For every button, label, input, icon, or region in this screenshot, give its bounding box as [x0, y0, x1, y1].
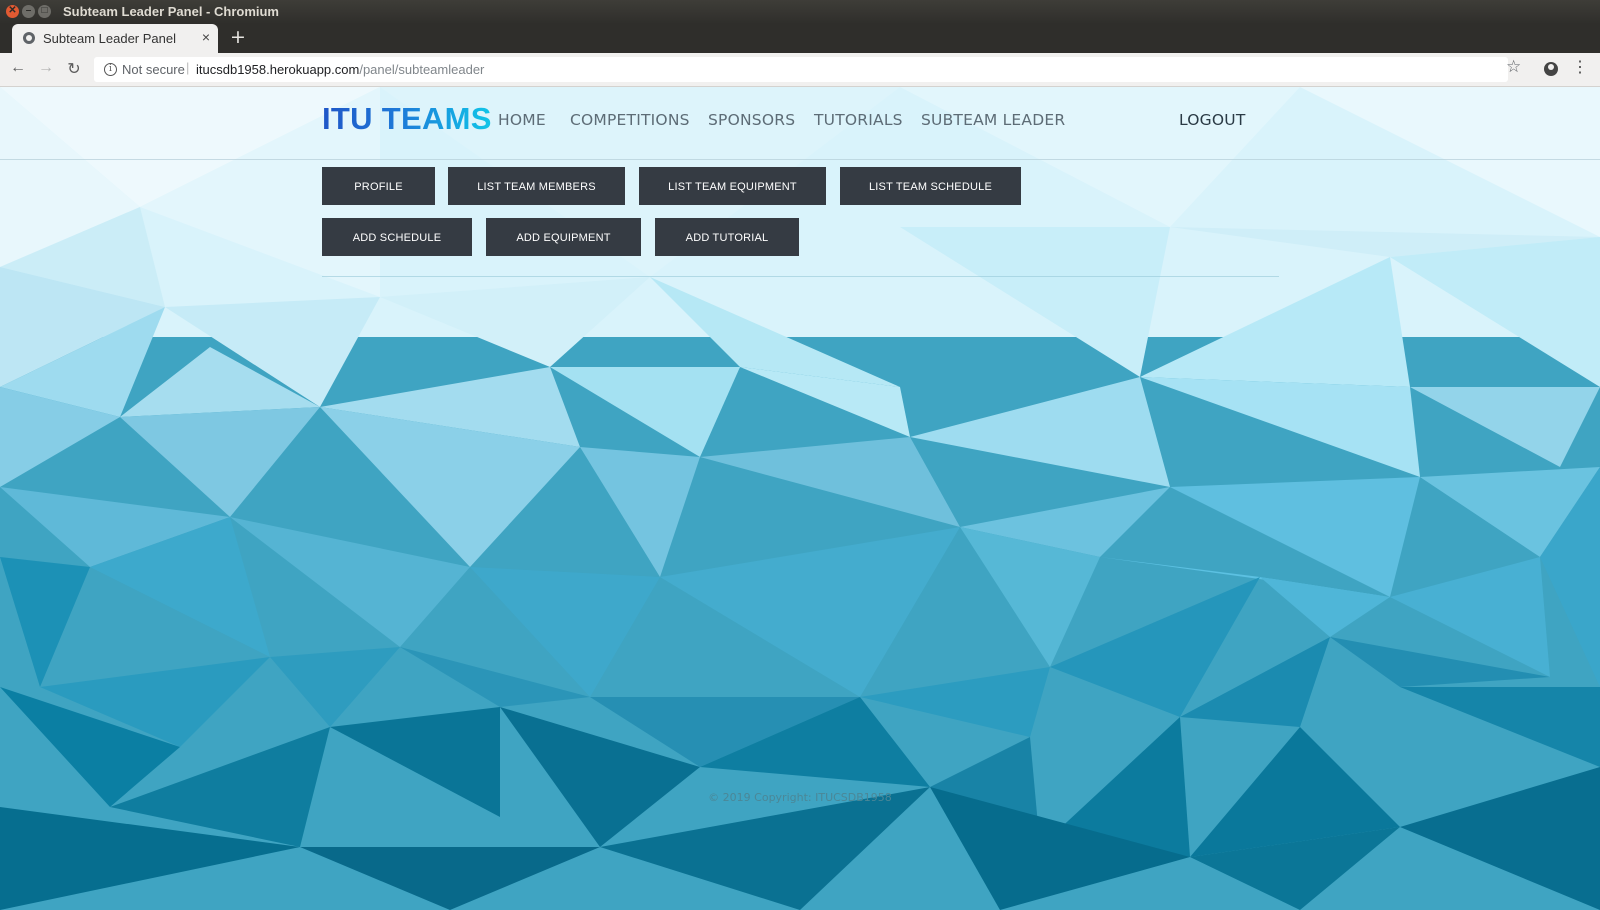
site-navbar: ITU TEAMS HOME COMPETITIONS SPONSORS TUT…: [0, 87, 1600, 160]
window-minimize-button[interactable]: –: [22, 5, 35, 18]
account-icon[interactable]: [1544, 62, 1558, 76]
nav-subteam-leader-link[interactable]: SUBTEAM LEADER: [921, 111, 1065, 129]
window-titlebar: ✕ – □ Subteam Leader Panel - Chromium: [0, 0, 1600, 24]
menu-dots-icon[interactable]: ⋮: [1572, 58, 1588, 78]
site-brand-logo[interactable]: ITU TEAMS: [322, 101, 492, 137]
url-host: itucsdb1958.herokuapp.com: [196, 62, 360, 77]
list-team-members-button[interactable]: LIST TEAM MEMBERS: [448, 167, 625, 205]
address-bar[interactable]: i Not secure | itucsdb1958.herokuapp.com…: [94, 57, 1508, 82]
globe-icon: [23, 32, 35, 44]
nav-home-link[interactable]: HOME: [498, 111, 546, 129]
add-tutorial-button[interactable]: ADD TUTORIAL: [655, 218, 799, 256]
nav-sponsors-link[interactable]: SPONSORS: [708, 111, 795, 129]
security-label: Not secure: [122, 62, 185, 77]
section-divider: [322, 276, 1279, 277]
info-icon[interactable]: i: [104, 63, 117, 76]
new-tab-button[interactable]: +: [230, 27, 246, 47]
footer-copyright: © 2019 Copyright: ITUCSDB1958: [708, 791, 892, 804]
add-schedule-button[interactable]: ADD SCHEDULE: [322, 218, 472, 256]
tab-close-icon[interactable]: ×: [202, 29, 210, 45]
list-team-schedule-button[interactable]: LIST TEAM SCHEDULE: [840, 167, 1021, 205]
reload-icon[interactable]: ↻: [64, 59, 84, 79]
close-icon: ✕: [8, 5, 17, 16]
url-separator: |: [186, 60, 190, 75]
tab-strip: Subteam Leader Panel × +: [0, 24, 1600, 53]
browser-toolbar: ← → ↻ i Not secure | itucsdb1958.herokua…: [0, 53, 1600, 87]
window-close-button[interactable]: ✕: [6, 5, 19, 18]
nav-competitions-link[interactable]: COMPETITIONS: [570, 111, 690, 129]
logout-link[interactable]: LOGOUT: [1179, 111, 1246, 129]
bookmark-star-icon[interactable]: ☆: [1506, 57, 1521, 77]
list-team-equipment-button[interactable]: LIST TEAM EQUIPMENT: [639, 167, 826, 205]
low-poly-background: [0, 87, 1600, 910]
nav-tutorials-link[interactable]: TUTORIALS: [814, 111, 903, 129]
url-text[interactable]: itucsdb1958.herokuapp.com/panel/subteaml…: [196, 62, 484, 77]
window-maximize-button[interactable]: □: [38, 5, 51, 18]
minimize-icon: –: [25, 5, 32, 16]
profile-button[interactable]: PROFILE: [322, 167, 435, 205]
page-viewport: ITU TEAMS HOME COMPETITIONS SPONSORS TUT…: [0, 87, 1600, 910]
browser-tab[interactable]: Subteam Leader Panel ×: [12, 24, 218, 53]
back-arrow-icon[interactable]: ←: [8, 59, 28, 77]
tab-title: Subteam Leader Panel: [43, 31, 176, 46]
window-title: Subteam Leader Panel - Chromium: [63, 4, 279, 19]
maximize-icon: □: [41, 5, 48, 16]
add-equipment-button[interactable]: ADD EQUIPMENT: [486, 218, 641, 256]
url-path: /panel/subteamleader: [359, 62, 485, 77]
forward-arrow-icon[interactable]: →: [36, 59, 56, 77]
